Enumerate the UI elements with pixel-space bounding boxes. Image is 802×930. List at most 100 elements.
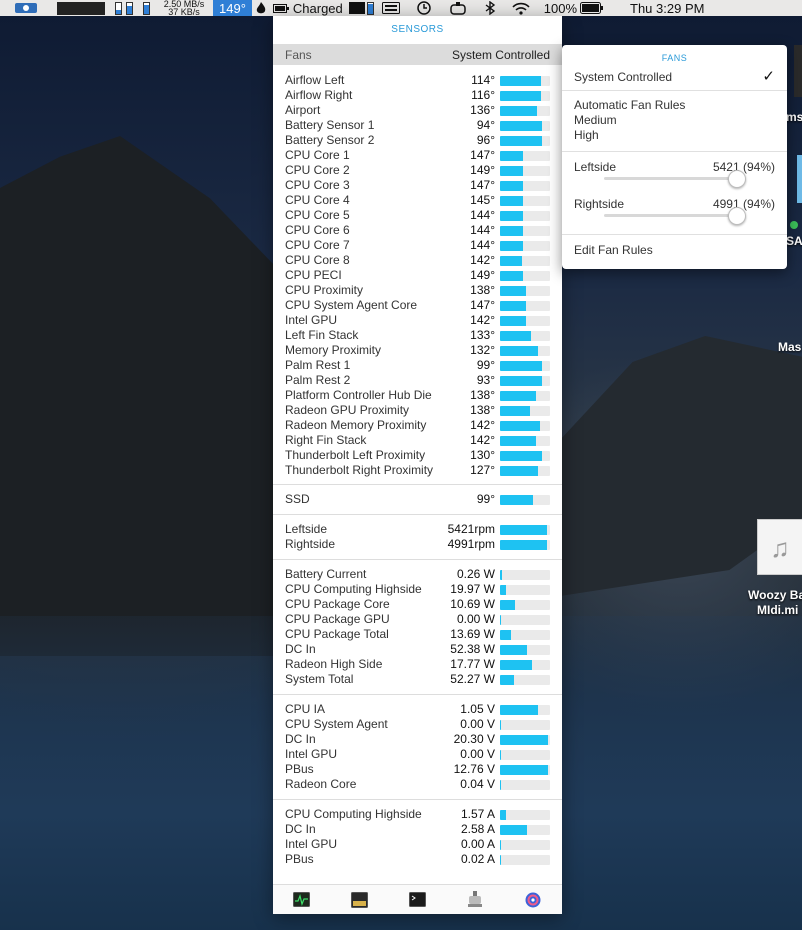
sensor-row[interactable]: Intel GPU 142°	[273, 313, 562, 328]
sensor-label: Rightside	[285, 537, 336, 551]
console-icon[interactable]	[351, 891, 369, 908]
sensor-row[interactable]: CPU Core 8 142°	[273, 253, 562, 268]
edit-fan-rules-button[interactable]: Edit Fan Rules	[562, 235, 787, 259]
fan-slider-track[interactable]	[604, 207, 746, 225]
fans-mode-row[interactable]: Fans System Controlled	[273, 44, 562, 65]
desktop-folder-icon[interactable]	[797, 155, 802, 203]
sensor-row[interactable]: Battery Current 0.26 W	[273, 567, 562, 582]
sensor-row[interactable]: CPU System Agent Core 147°	[273, 298, 562, 313]
sensor-row[interactable]: Leftside 5421rpm	[273, 522, 562, 537]
sensor-row[interactable]: Radeon GPU Proximity 138°	[273, 403, 562, 418]
fan-slider-track[interactable]	[604, 170, 746, 188]
memory-bars-icon[interactable]	[110, 0, 138, 16]
istat-menus-icon[interactable]	[525, 892, 542, 908]
sensor-row[interactable]: CPU Package Total 13.69 W	[273, 627, 562, 642]
sensor-row[interactable]: Platform Controller Hub Die 138°	[273, 388, 562, 403]
sensor-value: 145°	[470, 193, 495, 207]
clock-icon[interactable]	[413, 0, 435, 16]
sensor-row[interactable]: Radeon Memory Proximity 142°	[273, 418, 562, 433]
sensor-row[interactable]: System Total 52.27 W	[273, 672, 562, 687]
flame-icon[interactable]	[252, 0, 270, 16]
sensor-label: Left Fin Stack	[285, 328, 359, 342]
terminal-icon[interactable]	[408, 892, 426, 908]
sensor-row[interactable]: Left Fin Stack 133°	[273, 328, 562, 343]
sensor-row[interactable]: Intel GPU 0.00 A	[273, 837, 562, 852]
battery-percent[interactable]: 100%	[541, 0, 607, 16]
sensor-row[interactable]: DC In 20.30 V	[273, 732, 562, 747]
music-file-label-line2[interactable]: MIdi.mi	[757, 603, 798, 617]
sensor-row[interactable]: Rightside 4991rpm	[273, 537, 562, 552]
menu-item-automatic-fan-rules[interactable]: Automatic Fan Rules	[562, 98, 787, 113]
sensor-row[interactable]: DC In 2.58 A	[273, 822, 562, 837]
desktop-label-sa[interactable]: SA	[786, 234, 802, 248]
current-section: CPU Computing Highside 1.57 A DC In 2.58 AI…	[273, 799, 562, 874]
sensor-row[interactable]: Palm Rest 1 99°	[273, 358, 562, 373]
sensor-row[interactable]: CPU Computing Highside 19.97 W	[273, 582, 562, 597]
sensor-row[interactable]: CPU Package Core 10.69 W	[273, 597, 562, 612]
sensor-row[interactable]: Airflow Right 116°	[273, 88, 562, 103]
sensor-row[interactable]: CPU PECI 149°	[273, 268, 562, 283]
sensor-row[interactable]: SSD 99°	[273, 492, 562, 507]
sensor-label: CPU Core 1	[285, 148, 350, 162]
sensor-row[interactable]: Battery Sensor 1 94°	[273, 118, 562, 133]
sensor-row[interactable]: PBus 0.02 A	[273, 852, 562, 867]
sensor-level-fill	[500, 660, 532, 670]
sensor-row[interactable]: Radeon Core 0.04 V	[273, 777, 562, 792]
sensor-row[interactable]: CPU Core 7 144°	[273, 238, 562, 253]
desktop-app-icon[interactable]	[794, 45, 802, 97]
sensor-row[interactable]: Memory Proximity 132°	[273, 343, 562, 358]
menu-item-system-controlled[interactable]: System Controlled ✓	[562, 68, 787, 90]
clock[interactable]: Thu 3:29 PM	[627, 0, 707, 16]
sensor-level-bar	[500, 436, 550, 446]
fan-slider-knob[interactable]	[727, 170, 746, 188]
sensor-row[interactable]: CPU Core 4 145°	[273, 193, 562, 208]
pressure-icon[interactable]	[447, 0, 469, 16]
sensor-row[interactable]: CPU Core 1 147°	[273, 148, 562, 163]
sensor-row[interactable]: DC In 52.38 W	[273, 642, 562, 657]
cpu-graph-icon[interactable]	[52, 0, 110, 16]
music-file-label-line1[interactable]: Woozy Ba	[748, 588, 802, 602]
sensor-row[interactable]: CPU IA 1.05 V	[273, 702, 562, 717]
sensor-row[interactable]: Battery Sensor 2 96°	[273, 133, 562, 148]
keyboard-icon[interactable]	[379, 0, 403, 16]
sensor-level-bar	[500, 421, 550, 431]
sensor-level-fill	[500, 256, 522, 266]
fan-slider-knob[interactable]	[727, 207, 746, 225]
sensor-row[interactable]: CPU Computing Highside 1.57 A	[273, 807, 562, 822]
sensor-level-bar	[500, 780, 550, 790]
battery-menu[interactable]: Charged	[270, 0, 346, 16]
sensor-row[interactable]: Thunderbolt Right Proximity 127°	[273, 463, 562, 478]
sensor-row[interactable]: CPU System Agent 0.00 V	[273, 717, 562, 732]
sensor-row[interactable]: CPU Core 5 144°	[273, 208, 562, 223]
sensor-row[interactable]: CPU Core 3 147°	[273, 178, 562, 193]
network-speed[interactable]: 2.50 MB/s 37 KB/s	[155, 0, 213, 17]
sensor-row[interactable]: Airport 136°	[273, 103, 562, 118]
sensor-row[interactable]: CPU Core 6 144°	[273, 223, 562, 238]
sensor-row[interactable]: Radeon High Side 17.77 W	[273, 657, 562, 672]
sensor-label: CPU System Agent	[285, 717, 388, 731]
wifi-icon[interactable]	[509, 0, 533, 16]
sensor-level-fill	[500, 376, 542, 386]
sensor-row[interactable]: CPU Proximity 138°	[273, 283, 562, 298]
istat-logo-icon[interactable]	[0, 0, 52, 16]
sensor-row[interactable]: PBus 12.76 V	[273, 762, 562, 777]
disk-bar-icon[interactable]	[138, 0, 155, 16]
desktop-label-ms[interactable]: ms	[786, 110, 802, 124]
sensor-row[interactable]: CPU Package GPU 0.00 W	[273, 612, 562, 627]
music-file-icon[interactable]: ♫	[757, 519, 802, 575]
temperature-menu[interactable]: 149°	[213, 0, 252, 16]
sensor-row[interactable]: Palm Rest 2 93°	[273, 373, 562, 388]
sensor-row[interactable]: CPU Core 2 149°	[273, 163, 562, 178]
system-info-icon[interactable]	[467, 891, 484, 908]
sensor-graph-icon[interactable]	[346, 0, 379, 16]
sensor-label: Memory Proximity	[285, 343, 382, 357]
sensor-row[interactable]: Right Fin Stack 142°	[273, 433, 562, 448]
sensor-row[interactable]: Thunderbolt Left Proximity 130°	[273, 448, 562, 463]
sensor-row[interactable]: Intel GPU 0.00 V	[273, 747, 562, 762]
activity-monitor-icon[interactable]	[293, 892, 311, 908]
menu-item-rule-medium[interactable]: Medium	[562, 113, 787, 128]
sensor-row[interactable]: Airflow Left 114°	[273, 73, 562, 88]
menu-item-rule-high[interactable]: High	[562, 128, 787, 143]
desktop-label-mas[interactable]: Mas	[778, 340, 801, 354]
bluetooth-icon[interactable]	[481, 0, 499, 16]
